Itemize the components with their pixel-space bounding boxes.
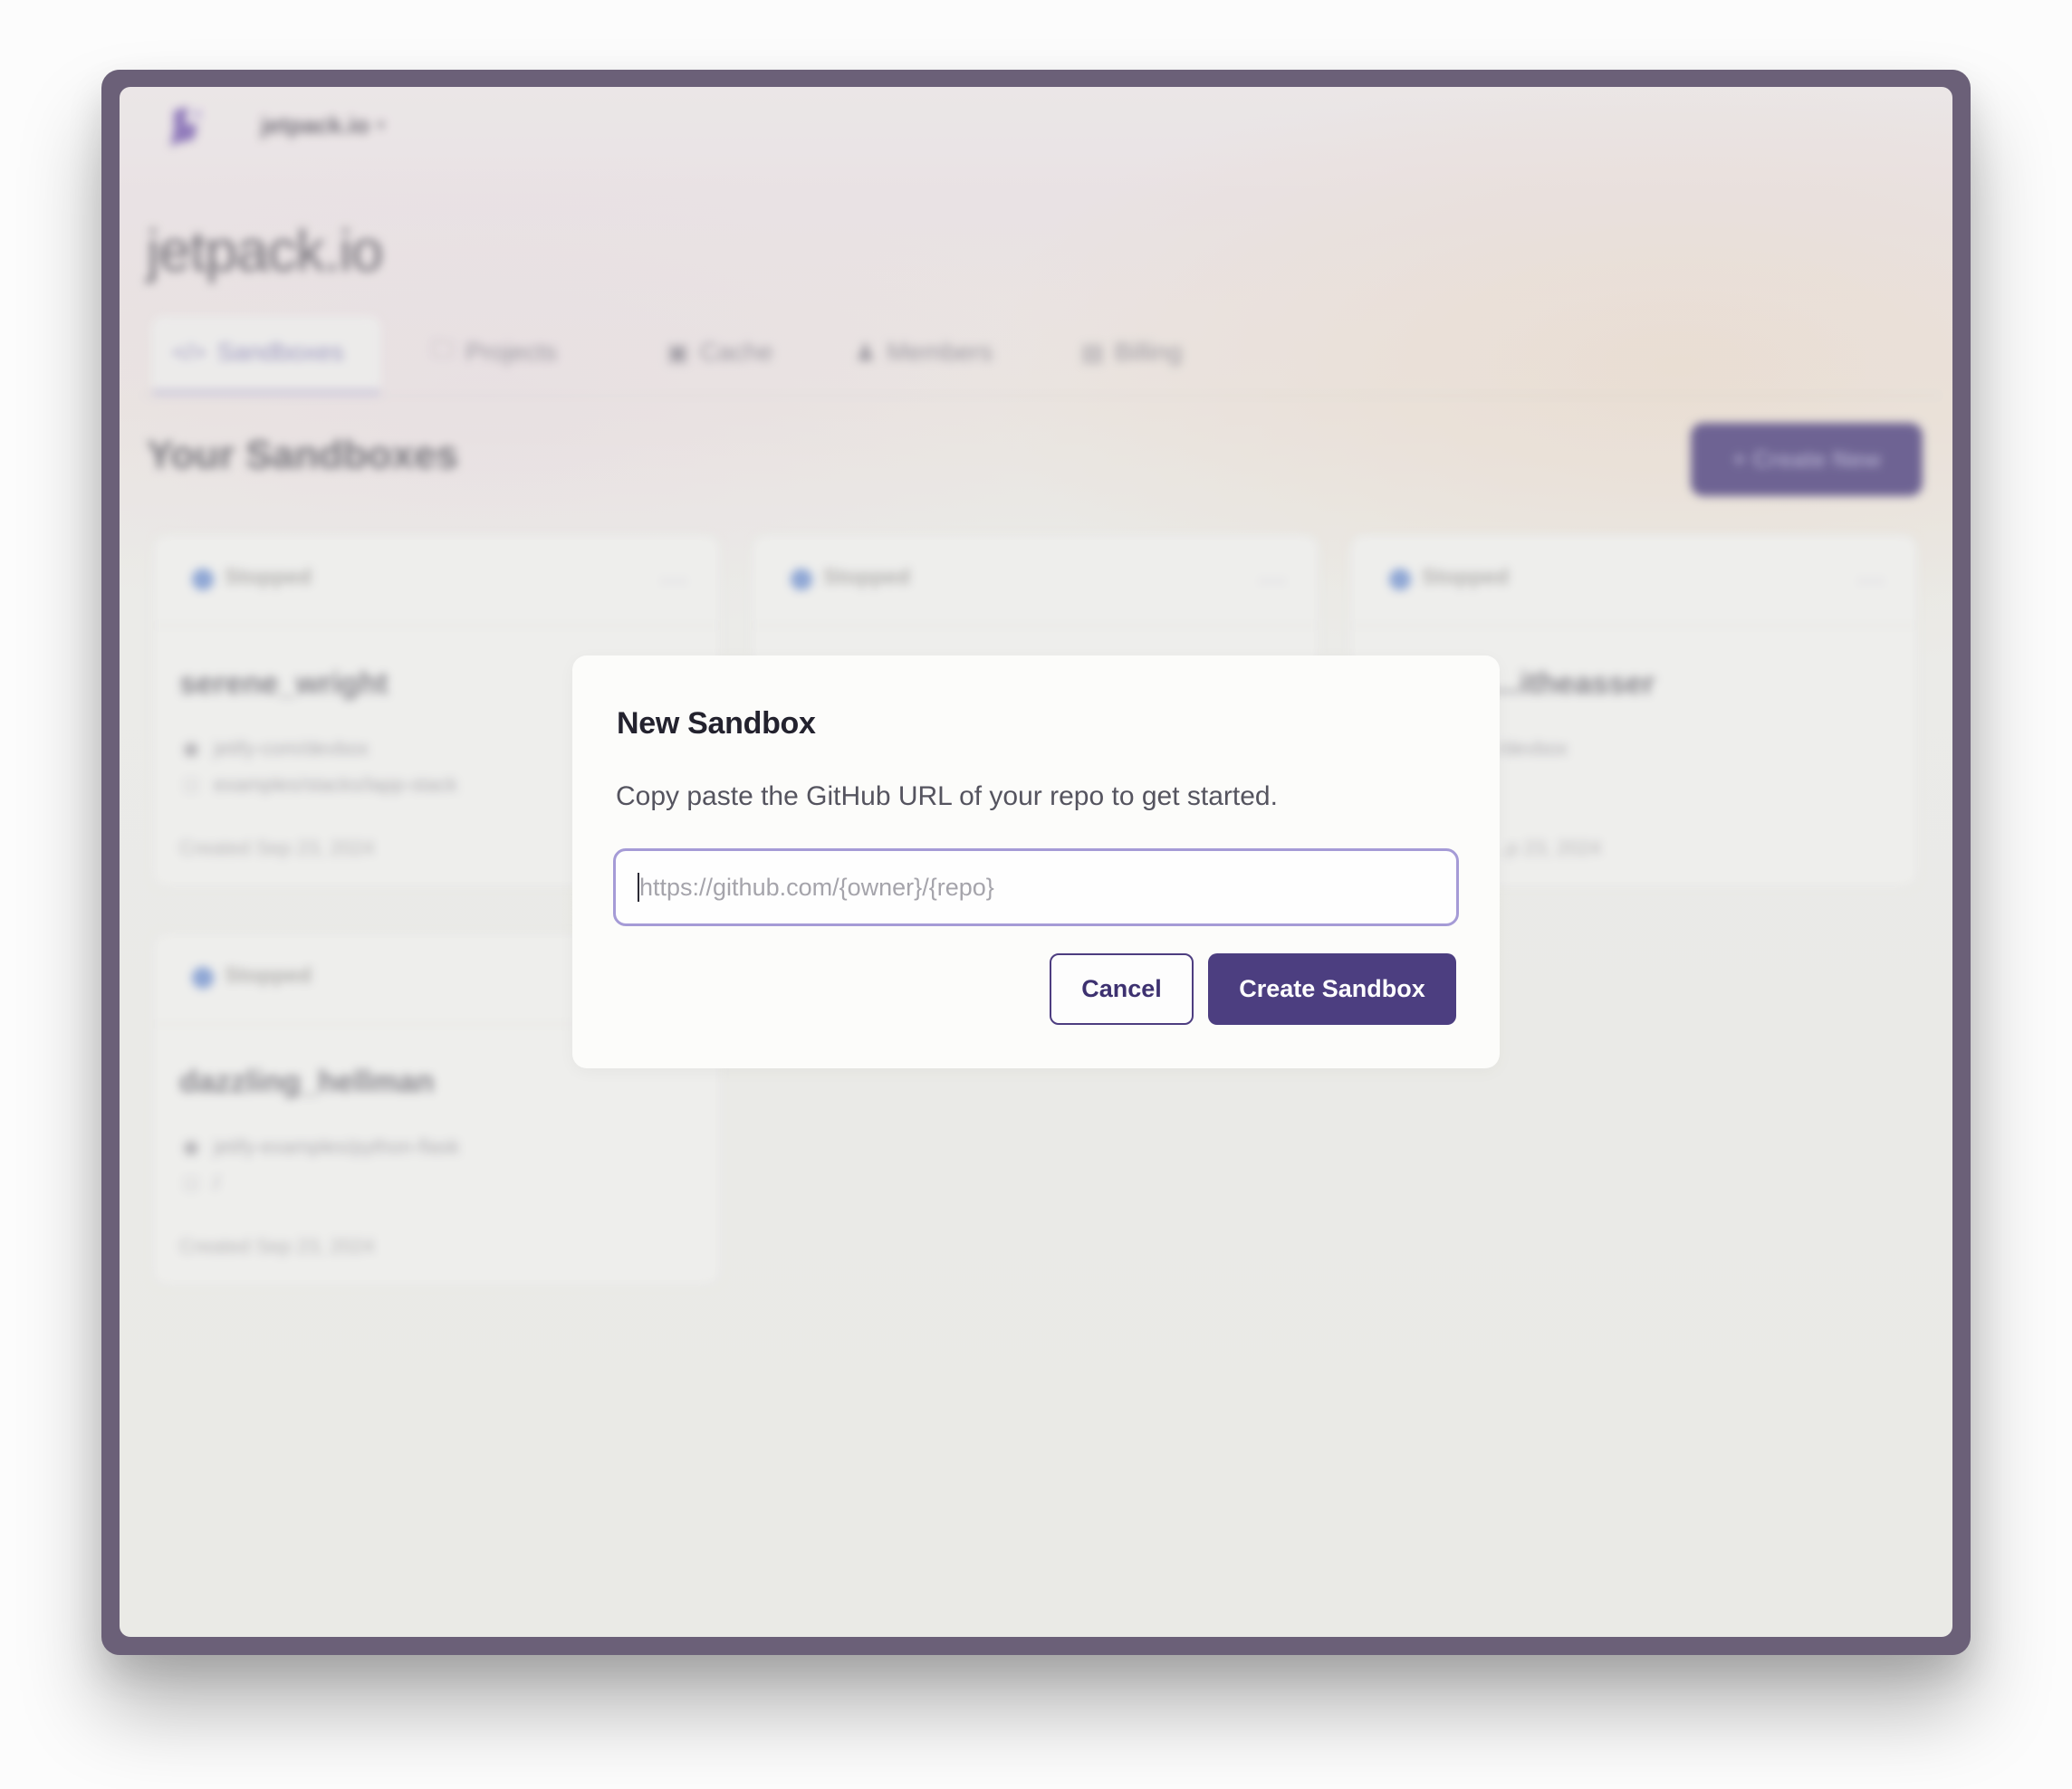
create-sandbox-button[interactable]: Create Sandbox	[1208, 953, 1456, 1025]
github-url-input[interactable]	[613, 848, 1459, 926]
text-cursor	[638, 873, 639, 902]
cancel-button[interactable]: Cancel	[1050, 953, 1194, 1025]
new-sandbox-dialog: New Sandbox Copy paste the GitHub URL of…	[572, 655, 1500, 1068]
dialog-description: Copy paste the GitHub URL of your repo t…	[616, 781, 1278, 811]
dialog-title: New Sandbox	[617, 706, 816, 741]
desktop-background: jetpack.io ▾ jetpack.io </> Sandboxes 🗀 …	[0, 0, 2072, 1789]
